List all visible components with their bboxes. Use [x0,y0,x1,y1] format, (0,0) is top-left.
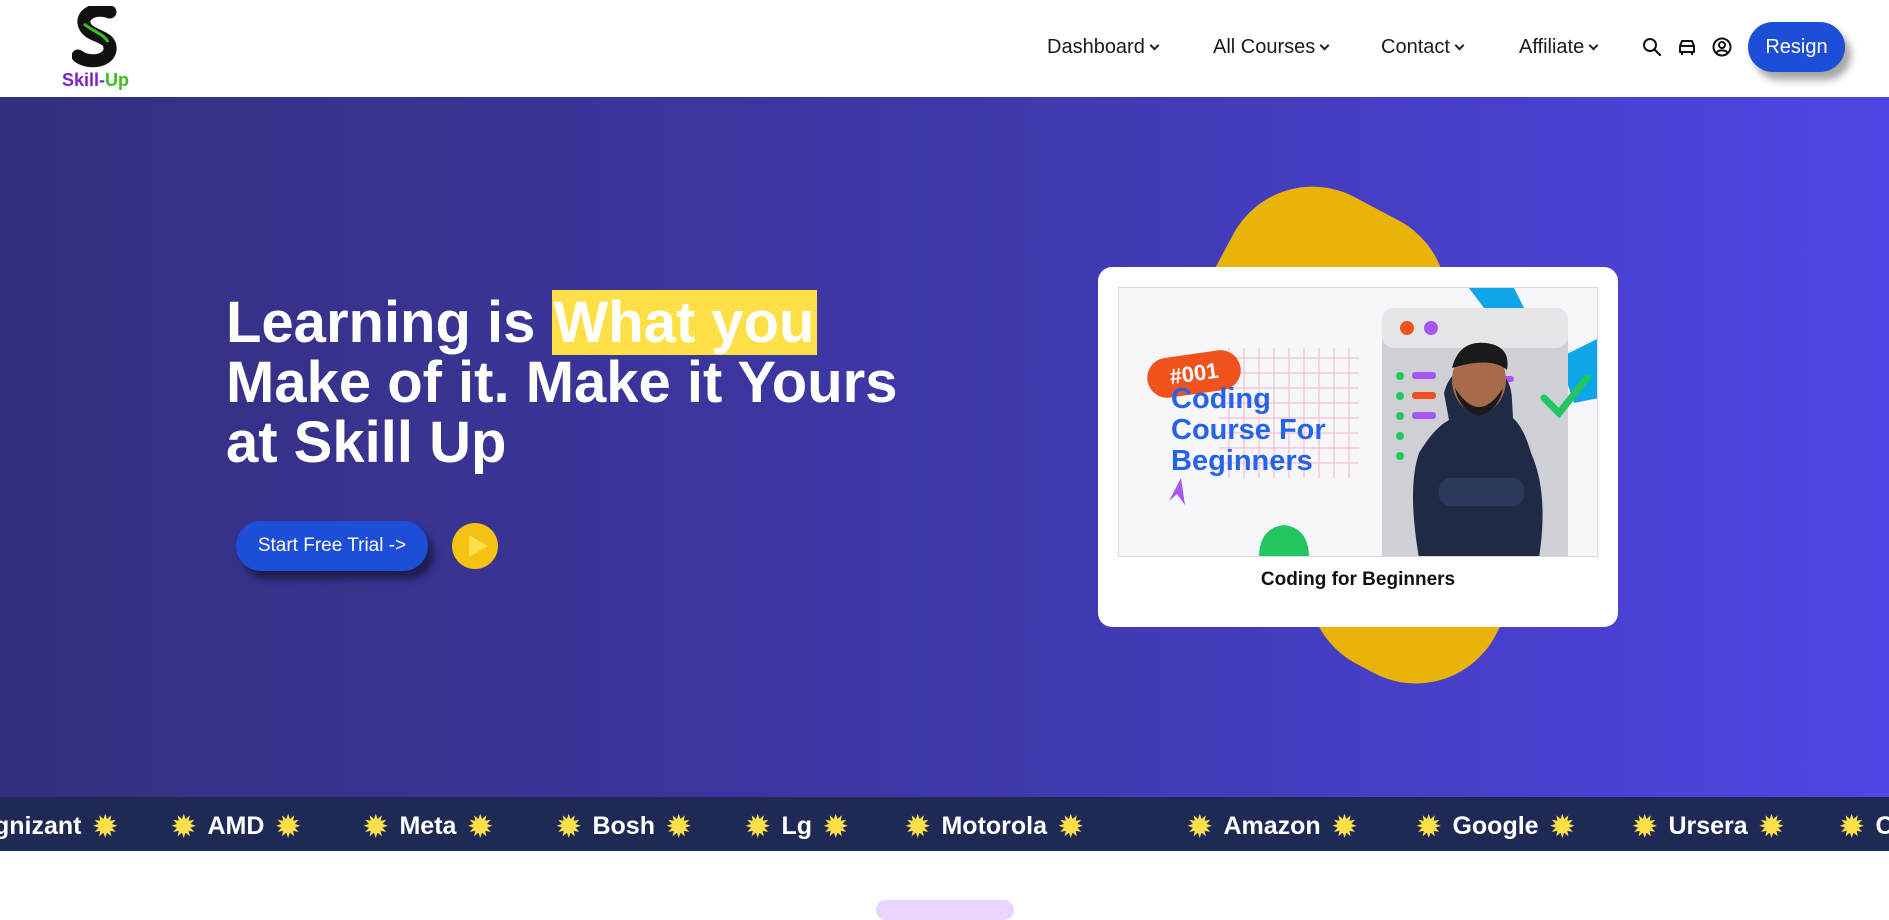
resign-button[interactable]: Resign [1748,22,1845,72]
car-icon[interactable] [1676,36,1698,58]
headline-line3: at Skill Up [226,410,507,475]
ticker-item: ✹ Motorola ✹ [906,811,1083,842]
sun-icon: ✹ [666,811,691,842]
sun-icon: ✹ [1332,811,1357,842]
start-free-trial-button[interactable]: Start Free Trial -> [236,521,428,571]
ticker-item: ✹ Ursera ✹ [1633,811,1784,842]
hero-section: Learning is What you Make of it. Make it… [0,97,1889,797]
nav-affiliate-label: Affiliate [1519,36,1585,58]
sun-icon: ✹ [557,811,581,842]
nav-dashboard-label: Dashboard [1047,36,1145,58]
chevron-down-icon [1588,40,1599,50]
nav-all-courses-label: All Courses [1213,36,1316,58]
sun-icon: ✹ [906,811,930,842]
sun-icon: ✹ [1417,811,1441,842]
sun-icon: ✹ [824,811,848,842]
nav-dashboard[interactable]: Dashboard [1047,36,1160,59]
sun-icon: ✹ [1550,811,1575,842]
sun-icon: ✹ [468,811,492,842]
sun-icon: ✹ [1840,811,1864,842]
sun-icon: ✹ [1633,811,1657,842]
ticker-item: ✹ C [1840,811,1889,842]
partner-ticker: gnizant ✹ ✹ AMD ✹ ✹ Meta ✹ ✹ Bosh ✹ ✹ Lg ✹ ✹ Motor… [0,797,1889,851]
ticker-item: ✹ AMD ✹ [172,811,300,842]
course-card-title[interactable]: Coding for Beginners [1098,569,1618,591]
ticker-item: ✹ Lg ✹ [746,811,848,842]
course-thumbnail[interactable]: #001 Coding Course For Beginners [1118,287,1598,557]
chevron-down-icon [1319,40,1330,50]
sun-icon: ✹ [93,811,117,842]
ticker-item: gnizant ✹ [0,811,117,842]
sun-icon: ✹ [1059,811,1083,842]
nav-contact[interactable]: Contact [1381,36,1465,59]
ticker-item: ✹ Google ✹ [1417,811,1575,842]
sun-icon: ✹ [276,811,300,842]
nav-contact-label: Contact [1381,36,1450,58]
logo-s-icon [72,6,117,68]
section-pill [876,900,1014,920]
chevron-down-icon [1149,40,1160,50]
ticker-item: ✹ Bosh ✹ [557,811,691,842]
sun-icon: ✹ [364,811,388,842]
play-video-icon[interactable] [452,523,498,569]
thumbnail-course-title: Coding Course For Beginners [1171,383,1326,477]
top-navbar: Skill-Up Dashboard All Courses Contact A… [0,0,1889,97]
hero-headline: Learning is What you Make of it. Make it… [226,290,986,475]
course-card[interactable]: #001 Coding Course For Beginners Coding … [1098,267,1618,627]
nav-affiliate[interactable]: Affiliate [1519,36,1599,59]
ticker-item: ✹ Amazon ✹ [1188,811,1357,842]
search-icon[interactable] [1641,36,1663,58]
headline-highlight: What you [551,290,817,355]
user-circle-icon[interactable] [1711,36,1733,58]
sun-icon: ✹ [172,811,196,842]
logo-wordmark: Skill-Up [62,70,130,90]
sun-icon: ✹ [1759,811,1784,842]
nav-all-courses[interactable]: All Courses [1213,36,1330,59]
sun-icon: ✹ [746,811,770,842]
chevron-down-icon [1454,40,1465,50]
skill-up-logo[interactable]: Skill-Up [52,6,144,90]
headline-part1: Learning is [226,290,552,355]
sun-icon: ✹ [1188,811,1212,842]
ticker-item: ✹ Meta ✹ [364,811,492,842]
headline-line2: Make of it. Make it Yours [226,350,898,415]
